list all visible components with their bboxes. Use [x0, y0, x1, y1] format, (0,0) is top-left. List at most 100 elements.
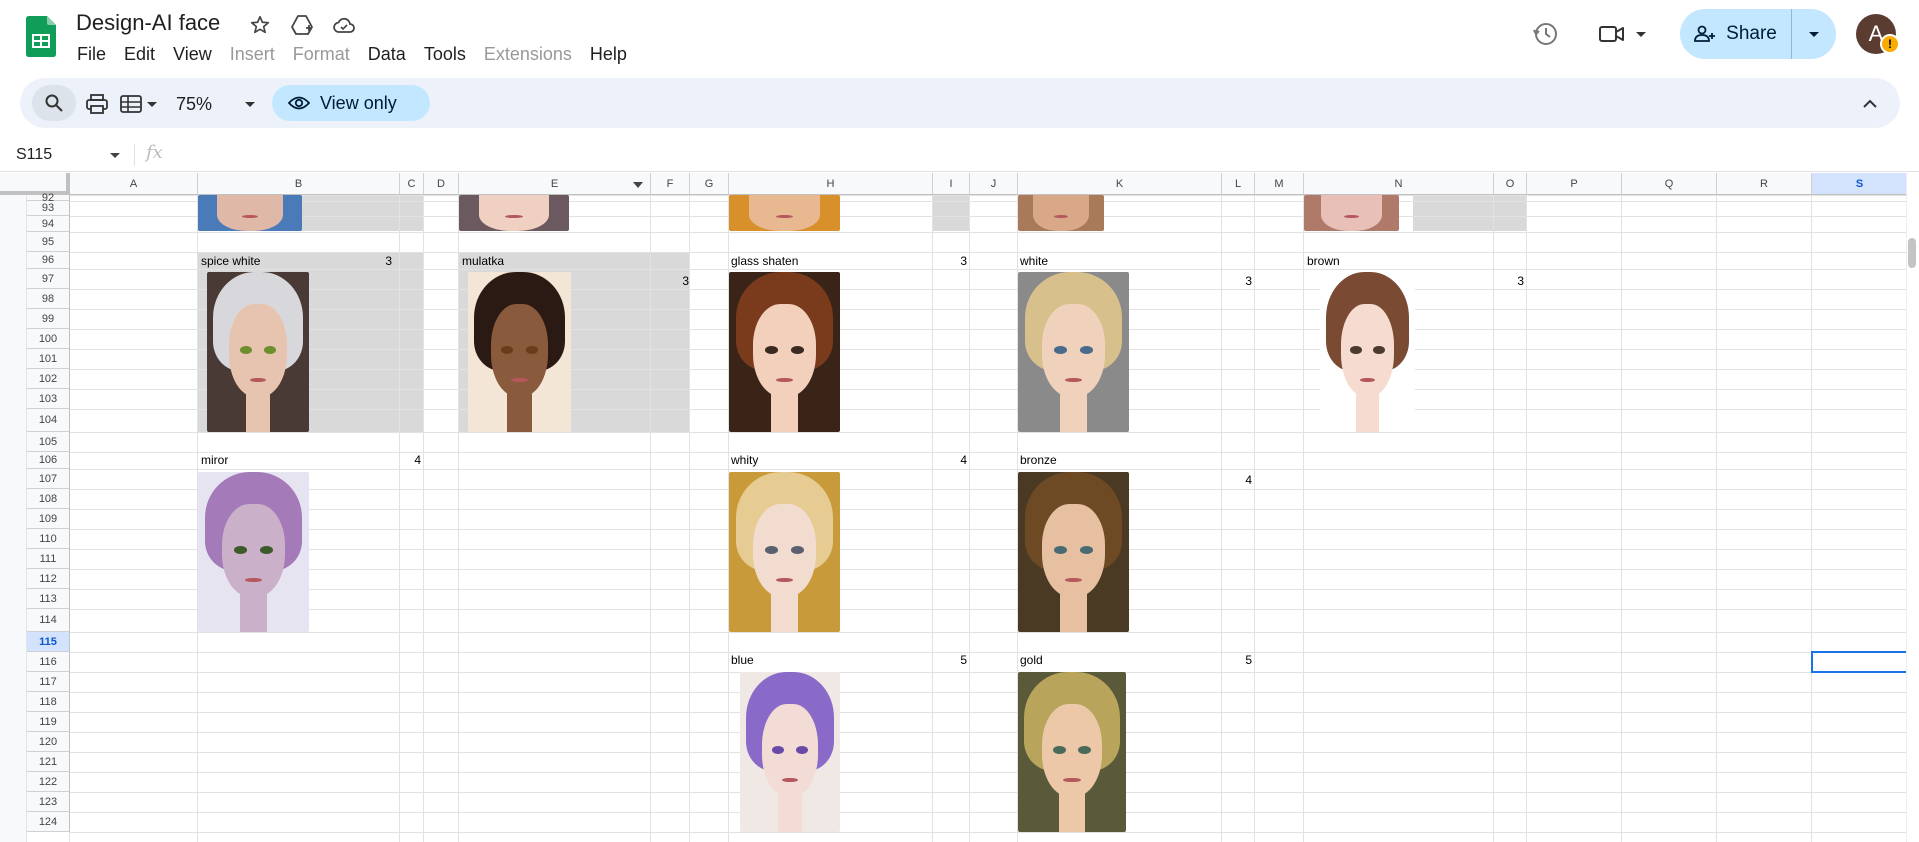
face-cropped-top[interactable] [459, 195, 569, 231]
collapse-menus-button[interactable] [1856, 90, 1884, 118]
column-header-s[interactable]: S [1812, 173, 1908, 195]
row-header-118[interactable]: 118 [27, 692, 70, 712]
cell-f96[interactable]: 3 [649, 274, 689, 288]
row-header-105[interactable]: 105 [27, 432, 70, 452]
select-all-corner[interactable] [0, 173, 70, 195]
row-header-110[interactable]: 110 [27, 529, 70, 549]
row-header-119[interactable]: 119 [27, 712, 70, 732]
column-header-q[interactable]: Q [1622, 173, 1717, 195]
row-header-117[interactable]: 117 [27, 672, 70, 692]
face-cropped-top[interactable] [198, 195, 302, 231]
column-header-e[interactable]: E [459, 173, 651, 195]
cell-h105[interactable]: whity [731, 453, 758, 467]
cell-h95[interactable]: glass shaten [731, 254, 798, 268]
row-header-101[interactable]: 101 [27, 349, 70, 369]
face-bronze[interactable] [1018, 472, 1129, 632]
menu-view[interactable]: View [164, 42, 221, 66]
row-header-96[interactable]: 96 [27, 252, 70, 269]
column-header-b[interactable]: B [198, 173, 400, 195]
cell-l115[interactable]: 5 [1212, 653, 1252, 667]
cell-l106[interactable]: 4 [1212, 473, 1252, 487]
row-header-106[interactable]: 106 [27, 452, 70, 469]
face-gold[interactable] [1018, 672, 1126, 832]
row-header-113[interactable]: 113 [27, 589, 70, 609]
column-header-n[interactable]: N [1304, 173, 1494, 195]
cell-c95[interactable]: 3 [352, 254, 392, 268]
format-view-button[interactable] [120, 89, 164, 119]
column-header-a[interactable]: A [70, 173, 198, 195]
selected-cell-s115[interactable] [1811, 651, 1908, 673]
row-header-93[interactable]: 93 [27, 201, 70, 216]
row-header-102[interactable]: 102 [27, 369, 70, 389]
menu-help[interactable]: Help [581, 42, 636, 66]
cell-i105[interactable]: 4 [927, 453, 967, 467]
row-header-114[interactable]: 114 [27, 609, 70, 632]
row-header-112[interactable]: 112 [27, 569, 70, 589]
cell-k95[interactable]: white [1020, 254, 1048, 268]
column-header-k[interactable]: K [1018, 173, 1222, 195]
cell-b105[interactable]: miror [201, 453, 228, 467]
cell-k115[interactable]: gold [1020, 653, 1043, 667]
row-header-123[interactable]: 123 [27, 792, 70, 812]
face-miror[interactable] [198, 472, 309, 632]
menu-edit[interactable]: Edit [115, 42, 164, 66]
column-header-c[interactable]: C [400, 173, 424, 195]
row-header-121[interactable]: 121 [27, 752, 70, 772]
face-whity[interactable] [729, 472, 840, 632]
row-header-98[interactable]: 98 [27, 289, 70, 309]
vertical-scrollbar-thumb[interactable] [1908, 238, 1916, 268]
search-menus-button[interactable] [32, 85, 76, 121]
row-header-95[interactable]: 95 [27, 232, 70, 252]
cell-h115[interactable]: blue [731, 653, 754, 667]
row-header-108[interactable]: 108 [27, 489, 70, 509]
star-icon[interactable] [247, 12, 273, 38]
name-box[interactable]: S115 [16, 144, 121, 166]
row-header-94[interactable]: 94 [27, 216, 70, 232]
print-button[interactable] [82, 89, 112, 119]
row-header-99[interactable]: 99 [27, 309, 70, 329]
cell-c105[interactable]: 4 [381, 453, 421, 467]
row-header-103[interactable]: 103 [27, 389, 70, 409]
column-header-g[interactable]: G [690, 173, 729, 195]
row-header-109[interactable]: 109 [27, 509, 70, 529]
face-glass-shaten[interactable] [729, 272, 840, 432]
face-spice-white[interactable] [207, 272, 309, 432]
move-to-drive-icon[interactable] [289, 12, 315, 38]
cell-i115[interactable]: 5 [927, 653, 967, 667]
row-header-116[interactable]: 116 [27, 652, 70, 672]
menu-tools[interactable]: Tools [415, 42, 475, 66]
version-history-icon[interactable] [1530, 18, 1562, 50]
cell-o96[interactable]: 3 [1484, 274, 1524, 288]
cell-e95[interactable]: mulatka [462, 254, 504, 268]
meet-button[interactable] [1598, 18, 1658, 50]
view-only-button[interactable]: View only [272, 85, 430, 121]
cloud-saved-icon[interactable] [331, 12, 357, 38]
cell-l96[interactable]: 3 [1212, 274, 1252, 288]
row-header-115[interactable]: 115 [27, 632, 70, 652]
column-header-f[interactable]: F [651, 173, 690, 195]
row-header-97[interactable]: 97 [27, 269, 70, 289]
face-cropped-top[interactable] [1304, 195, 1399, 231]
menu-file[interactable]: File [68, 42, 115, 66]
face-blue[interactable] [740, 672, 840, 832]
row-header-100[interactable]: 100 [27, 329, 70, 349]
row-header-107[interactable]: 107 [27, 469, 70, 489]
spreadsheet-grid[interactable]: A B C D E F G H I J K L M N O P Q R S 92 93 94 95 96 97 98 99 100 10… [0, 173, 1919, 842]
column-header-j[interactable]: J [970, 173, 1018, 195]
face-cropped-top[interactable] [1018, 195, 1104, 231]
face-brown[interactable] [1320, 272, 1415, 432]
column-header-h[interactable]: H [729, 173, 933, 195]
share-dropdown-button[interactable] [1792, 9, 1836, 59]
face-mulatka[interactable] [468, 272, 571, 432]
row-header-111[interactable]: 111 [27, 549, 70, 569]
share-button[interactable]: Share [1680, 9, 1792, 59]
filter-dropdown-icon[interactable] [633, 182, 643, 188]
row-header-124[interactable]: 124 [27, 812, 70, 832]
row-header-120[interactable]: 120 [27, 732, 70, 752]
cell-i95[interactable]: 3 [927, 254, 967, 268]
cell-n95[interactable]: brown [1307, 254, 1340, 268]
face-white[interactable] [1018, 272, 1129, 432]
column-header-r[interactable]: R [1717, 173, 1812, 195]
row-header-104[interactable]: 104 [27, 409, 70, 432]
row-header-122[interactable]: 122 [27, 772, 70, 792]
